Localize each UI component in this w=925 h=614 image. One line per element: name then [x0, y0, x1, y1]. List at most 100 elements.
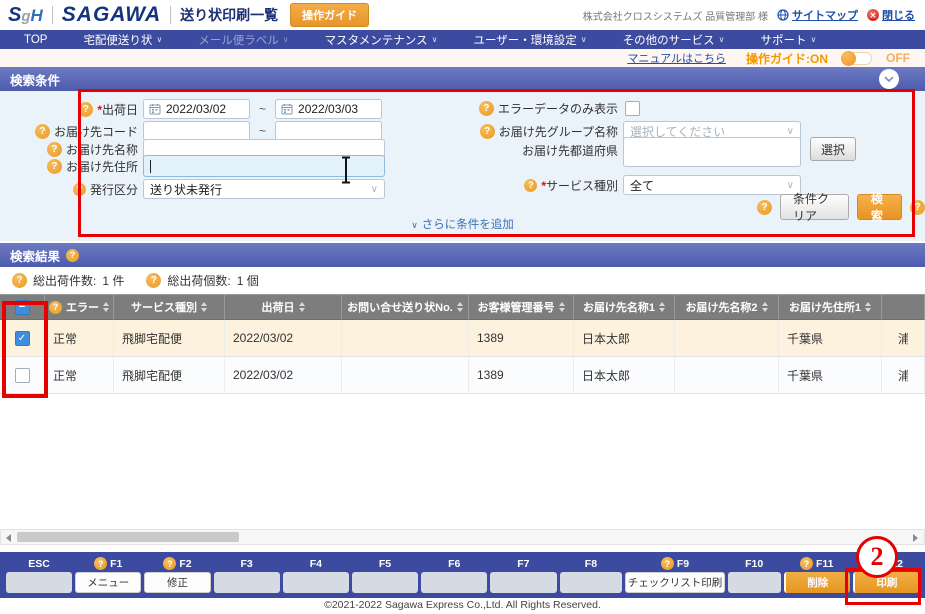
cell-ship-date: 2022/03/02 — [225, 357, 342, 394]
chevron-down-icon: ∨ — [810, 35, 816, 44]
help-icon[interactable]: ? — [800, 557, 813, 570]
guide-toggle-switch[interactable] — [842, 52, 872, 65]
help-icon[interactable]: ? — [94, 557, 107, 570]
sort-icon[interactable] — [659, 302, 665, 312]
ship-date-label: 出荷日 — [102, 103, 138, 117]
manual-link[interactable]: マニュアルはこちら — [627, 50, 726, 66]
nav-item-parcel-label[interactable]: 宅配便送り状∨ — [83, 32, 162, 48]
sort-icon[interactable] — [762, 302, 768, 312]
close-link[interactable]: ✕ 閉じる — [867, 7, 915, 23]
esc-button[interactable] — [6, 572, 72, 593]
fnkey-label: F7 — [517, 556, 529, 571]
header-error: ?エラー — [45, 294, 114, 320]
dest-addr-input[interactable] — [143, 155, 385, 177]
help-icon[interactable]: ? — [73, 183, 86, 196]
nav-label: サポート — [760, 32, 806, 48]
help-icon[interactable]: ? — [163, 557, 176, 570]
cell-name1: 日本太郎 — [574, 320, 675, 357]
search-conditions-panel: ?*出荷日 2022/03/02 ~ 2022/03/03 ?お届け先コード ~… — [0, 91, 925, 241]
help-icon[interactable]: ? — [47, 159, 62, 174]
chevron-down-icon: ∨ — [156, 35, 162, 44]
ship-date-to-input[interactable]: 2022/03/03 — [275, 99, 382, 119]
error-only-checkbox[interactable] — [625, 101, 640, 116]
cell-name2 — [675, 320, 779, 357]
operation-guide-button[interactable]: 操作ガイド — [290, 3, 369, 27]
nav-item-user-settings[interactable]: ユーザー・環境設定∨ — [473, 32, 586, 48]
fnkey-f3: F3 — [214, 556, 280, 598]
logo-letter: g — [21, 8, 30, 25]
row-checkbox[interactable] — [15, 368, 30, 383]
ship-date-from-input[interactable]: 2022/03/02 — [143, 99, 250, 119]
nav-label: メール便ラベル — [198, 32, 279, 48]
service-type-select[interactable]: 全て∨ — [623, 175, 801, 195]
select-all-checkbox[interactable]: − — [15, 300, 30, 315]
print-button[interactable]: 印刷 — [853, 572, 919, 593]
calendar-icon — [149, 103, 161, 115]
chevron-down-icon: ∨ — [719, 35, 725, 44]
cell-customer-no: 1389 — [469, 320, 574, 357]
edit-button[interactable]: 修正 — [144, 572, 210, 593]
help-icon[interactable]: ? — [35, 124, 50, 139]
pref-select-button[interactable]: 選択 — [810, 137, 856, 161]
results-summary: ? 総出荷件数: 1 件 ? 総出荷個数: 1 個 — [0, 267, 925, 294]
sort-icon[interactable] — [103, 302, 109, 312]
logo-letter: H — [31, 6, 43, 26]
sort-icon[interactable] — [201, 302, 207, 312]
add-more-conditions-link[interactable]: ∨さらに条件を追加 — [0, 216, 925, 232]
cell-addr2-clipped: 浦 — [882, 320, 925, 357]
nav-label: マスタメンテナンス — [325, 32, 428, 48]
issue-type-value: 送り状未発行 — [150, 181, 222, 198]
fnkey-f11: ?F11 削除 — [784, 556, 850, 598]
help-icon[interactable]: ? — [66, 249, 79, 262]
dest-pref-textarea[interactable] — [623, 137, 801, 167]
scroll-left-arrow-icon[interactable] — [6, 534, 11, 542]
sort-icon[interactable] — [865, 302, 871, 312]
dest-code-row: ?お届け先コード ~ — [20, 121, 382, 141]
fnkey-f1: ?F1 メニュー — [75, 556, 141, 598]
nav-item-other-services[interactable]: その他のサービス∨ — [623, 32, 725, 48]
dest-code-to-input[interactable] — [275, 121, 382, 141]
menu-button[interactable]: メニュー — [75, 572, 141, 593]
row-checkbox-checked[interactable]: ✓ — [15, 331, 30, 346]
checklist-print-button[interactable]: チェックリスト印刷 — [625, 572, 724, 593]
help-icon[interactable]: ? — [757, 200, 772, 215]
sort-icon[interactable] — [299, 302, 305, 312]
help-icon[interactable]: ? — [910, 200, 925, 215]
delete-button[interactable]: 削除 — [784, 572, 850, 593]
fnkey-label: F6 — [448, 556, 460, 571]
scrollbar-thumb[interactable] — [17, 532, 239, 542]
horizontal-scrollbar[interactable] — [0, 529, 925, 545]
cell-tracking-no — [342, 357, 469, 394]
chevron-down-icon: ∨ — [411, 220, 418, 230]
fnkey-f5: F5 — [352, 556, 418, 598]
sort-icon[interactable] — [457, 302, 463, 312]
help-icon[interactable]: ? — [869, 557, 882, 570]
help-icon[interactable]: ? — [49, 301, 62, 314]
issue-type-label: 発行区分 — [90, 181, 138, 198]
fnkey-f2: ?F2 修正 — [144, 556, 210, 598]
dest-code-from-input[interactable] — [143, 121, 250, 141]
f7-button — [490, 572, 556, 593]
help-icon[interactable]: ? — [12, 273, 27, 288]
chevron-down-icon: ∨ — [371, 184, 378, 195]
cell-addr1: 千葉県 — [779, 320, 882, 357]
scroll-right-arrow-icon[interactable] — [913, 534, 918, 542]
nav-item-support[interactable]: サポート ∨ — [760, 32, 816, 48]
help-icon[interactable]: ? — [661, 557, 674, 570]
cell-addr1: 千葉県 — [779, 357, 882, 394]
sitemap-link[interactable]: サイトマップ — [777, 7, 858, 23]
cell-error: 正常 — [45, 320, 114, 357]
help-icon[interactable]: ? — [479, 101, 494, 116]
nav-item-master-maintenance[interactable]: マスタメンテナンス∨ — [325, 32, 438, 48]
collapse-panel-button[interactable] — [879, 69, 899, 89]
page-title: 送り状印刷一覧 — [180, 5, 278, 25]
nav-item-top[interactable]: TOP — [24, 34, 47, 46]
ship-date-row: ?*出荷日 2022/03/02 ~ 2022/03/03 — [20, 99, 382, 119]
issue-type-select[interactable]: 送り状未発行 ∨ — [143, 179, 385, 199]
help-icon[interactable]: ? — [524, 179, 537, 192]
help-icon[interactable]: ? — [78, 102, 93, 117]
help-icon[interactable]: ? — [146, 273, 161, 288]
sub-bar: マニュアルはこちら 操作ガイド:ON OFF — [0, 49, 925, 67]
sort-icon[interactable] — [559, 302, 565, 312]
dest-pref-row: お届け先都道府県 選択 — [442, 137, 856, 167]
